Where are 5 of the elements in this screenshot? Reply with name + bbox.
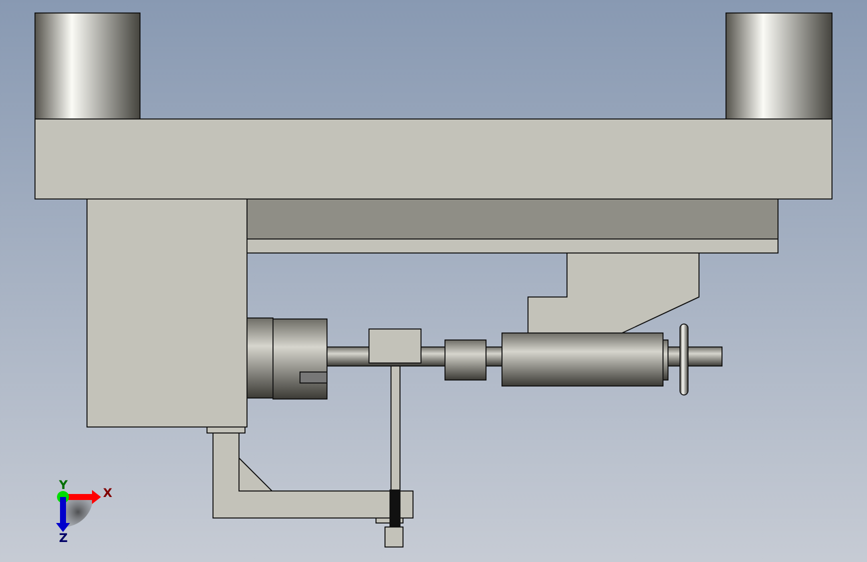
axis-label: X [103,486,112,500]
handwheel [680,324,688,396]
coupling [444,340,486,380]
axis-label: Y [59,478,68,492]
axis-label: Z [59,531,68,545]
